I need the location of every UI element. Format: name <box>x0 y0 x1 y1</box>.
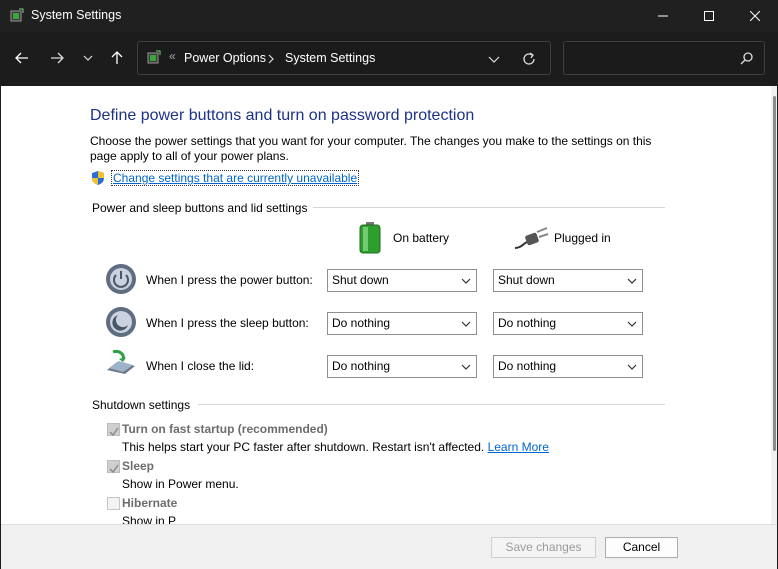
chevron-down-icon <box>627 321 637 327</box>
power-options-app-icon <box>10 8 24 22</box>
sleep-label: Sleep <box>122 459 155 473</box>
window-title: System Settings <box>31 8 122 22</box>
sleep-button-plugged-in-value: Do nothing <box>498 316 557 330</box>
learn-more-link[interactable]: Learn More <box>488 440 549 454</box>
title-bar: System Settings <box>0 0 778 32</box>
chevron-down-icon <box>461 278 471 284</box>
address-dropdown-icon[interactable] <box>486 51 502 67</box>
chevron-down-icon <box>627 364 637 370</box>
button-bar: Save changes Cancel <box>1 524 777 569</box>
hibernate-label: Hibernate <box>122 496 178 510</box>
hibernate-checkbox[interactable] <box>107 497 120 510</box>
navigation-bar: « Power Options System Settings <box>0 32 778 86</box>
chevron-down-icon <box>461 321 471 327</box>
search-icon[interactable] <box>740 51 754 65</box>
power-button-icon <box>106 264 136 294</box>
back-button[interactable] <box>8 44 36 72</box>
page-description: Choose the power settings that you want … <box>90 134 652 163</box>
sleep-checkbox[interactable] <box>107 460 120 474</box>
plugged-in-column-header: Plugged in <box>554 231 611 245</box>
arrow-up-icon <box>111 51 123 64</box>
up-button[interactable] <box>103 44 131 72</box>
arrow-right-icon <box>51 52 64 64</box>
close-icon <box>750 11 760 21</box>
recent-locations-button[interactable] <box>74 44 102 72</box>
sleep-button-on-battery-select[interactable]: Do nothing <box>327 312 477 335</box>
forward-button[interactable] <box>43 44 71 72</box>
chevron-down-icon <box>83 55 93 61</box>
hibernate-description: Show in P <box>122 514 177 524</box>
uac-shield-icon <box>92 171 104 185</box>
lid-close-on-battery-select[interactable]: Do nothing <box>327 355 477 378</box>
power-section-label: Power and sleep buttons and lid settings <box>92 201 308 215</box>
sleep-button-icon <box>106 307 136 337</box>
minimize-button[interactable] <box>640 0 686 32</box>
page-title: Define power buttons and turn on passwor… <box>90 107 475 124</box>
shutdown-section-label: Shutdown settings <box>92 398 191 412</box>
maximize-button[interactable] <box>686 0 732 32</box>
power-section-divider <box>313 207 665 208</box>
power-button-on-battery-select[interactable]: Shut down <box>327 269 477 292</box>
arrow-left-icon <box>15 52 28 64</box>
content-pane: Define power buttons and turn on passwor… <box>1 86 771 524</box>
lid-close-plugged-in-value: Do nothing <box>498 359 557 373</box>
sleep-button-plugged-in-select[interactable]: Do nothing <box>493 312 643 335</box>
minimize-icon <box>658 15 668 17</box>
close-button[interactable] <box>732 0 778 32</box>
search-box[interactable] <box>563 41 765 75</box>
scrollbar-thumb[interactable] <box>773 96 776 451</box>
sleep-description: Show in Power menu. <box>122 477 239 491</box>
shutdown-section-divider <box>198 404 665 405</box>
breadcrumb-power-options[interactable]: Power Options <box>184 51 266 65</box>
save-changes-button[interactable]: Save changes <box>491 537 596 558</box>
lid-close-on-battery-value: Do nothing <box>332 359 391 373</box>
refresh-icon[interactable] <box>520 50 538 68</box>
breadcrumb-separator-icon[interactable] <box>268 54 274 64</box>
battery-icon <box>359 222 381 254</box>
checkmark-icon <box>109 427 119 437</box>
power-button-on-battery-value: Shut down <box>332 273 389 287</box>
fast-startup-label: Turn on fast startup (recommended) <box>122 422 328 436</box>
lid-close-plugged-in-select[interactable]: Do nothing <box>493 355 643 378</box>
on-battery-column-header: On battery <box>393 231 450 245</box>
address-bar[interactable]: « Power Options System Settings <box>137 41 551 75</box>
power-plug-icon <box>515 227 549 249</box>
cancel-button[interactable]: Cancel <box>605 537 678 558</box>
fast-startup-checkbox[interactable] <box>107 423 120 437</box>
fast-startup-description: This helps start your PC faster after sh… <box>122 440 549 454</box>
chevron-down-icon <box>461 364 471 370</box>
maximize-icon <box>704 11 714 21</box>
sleep-button-on-battery-value: Do nothing <box>332 316 391 330</box>
power-button-plugged-in-select[interactable]: Shut down <box>493 269 643 292</box>
lid-close-icon <box>107 350 135 374</box>
lid-close-row-label: When I close the lid: <box>146 359 255 373</box>
overflow-chevron-icon[interactable]: « <box>169 49 176 63</box>
breadcrumb-system-settings[interactable]: System Settings <box>285 51 375 65</box>
sleep-button-row-label: When I press the sleep button: <box>146 316 309 330</box>
power-button-row-label: When I press the power button: <box>146 273 313 287</box>
power-button-plugged-in-value: Shut down <box>498 273 555 287</box>
change-unavailable-settings-link[interactable]: Change settings that are currently unava… <box>111 170 360 186</box>
fast-startup-description-text: This helps start your PC faster after sh… <box>122 440 485 454</box>
checkmark-icon <box>109 464 119 474</box>
chevron-down-icon <box>627 278 637 284</box>
power-options-location-icon <box>147 50 161 64</box>
